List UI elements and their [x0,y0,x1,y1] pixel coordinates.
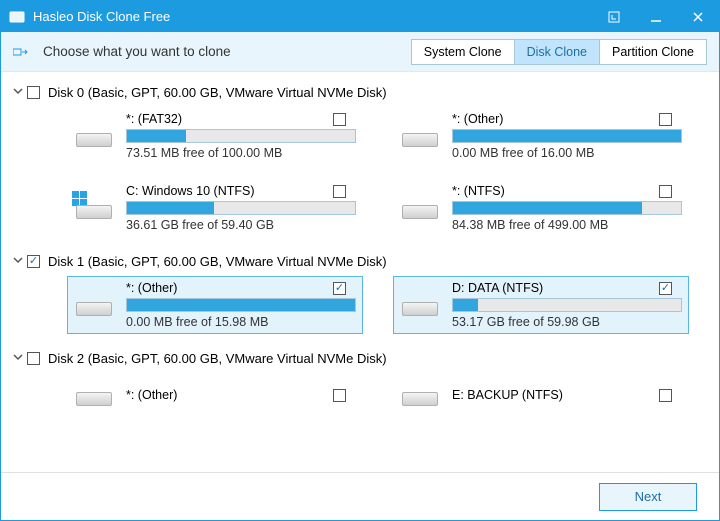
partition-name: *: (Other) [126,281,177,295]
app-logo-icon [9,9,25,25]
partition-card[interactable]: D: DATA (NTFS) 53.17 GB free of 59.98 GB [393,276,689,334]
partition-card[interactable]: *: (Other) 0.00 MB free of 16.00 MB [393,107,689,165]
usage-bar [452,129,682,143]
partition-checkbox[interactable] [659,389,672,402]
disk-checkbox[interactable] [27,86,40,99]
drive-icon [72,191,116,225]
usage-bar [126,201,356,215]
partition-name: *: (NTFS) [452,184,505,198]
disk-label: Disk 2 (Basic, GPT, 60.00 GB, VMware Vir… [48,351,387,366]
disk-label: Disk 0 (Basic, GPT, 60.00 GB, VMware Vir… [48,85,387,100]
partition-checkbox[interactable] [333,185,346,198]
partition-card[interactable]: *: (Other) [67,373,363,417]
partition-free-text: 36.61 GB free of 59.40 GB [126,218,356,232]
partition-grid: *: (Other) 0.00 MB free of 15.98 MB D: DAT… [5,272,715,348]
drive-icon [398,191,442,225]
partition-checkbox[interactable] [333,282,346,295]
disk-label: Disk 1 (Basic, GPT, 60.00 GB, VMware Vir… [48,254,387,269]
tab-system-clone[interactable]: System Clone [411,39,515,65]
disk-list[interactable]: Disk 0 (Basic, GPT, 60.00 GB, VMware Vir… [1,72,719,472]
chevron-down-icon[interactable] [9,86,27,99]
partition-card[interactable]: E: BACKUP (NTFS) [393,373,689,417]
partition-name: D: DATA (NTFS) [452,281,543,295]
partition-name: *: (FAT32) [126,112,182,126]
partition-grid: *: (Other) E: BACKUP (NTFS) [5,369,715,431]
partition-name: C: Windows 10 (NTFS) [126,184,255,198]
instruction-bar: Choose what you want to clone System Clo… [1,32,719,72]
tab-partition-clone[interactable]: Partition Clone [600,39,707,65]
chevron-down-icon[interactable] [9,255,27,268]
clone-mode-tabs: System Clone Disk Clone Partition Clone [411,39,707,65]
disk-row[interactable]: Disk 1 (Basic, GPT, 60.00 GB, VMware Vir… [5,251,715,272]
partition-card[interactable]: *: (Other) 0.00 MB free of 15.98 MB [67,276,363,334]
partition-card[interactable]: C: Windows 10 (NTFS) 36.61 GB free of 59.… [67,179,363,237]
partition-checkbox[interactable] [333,389,346,402]
partition-free-text: 53.17 GB free of 59.98 GB [452,315,682,329]
close-button[interactable] [677,1,719,32]
partition-checkbox[interactable] [333,113,346,126]
partition-card[interactable]: *: (FAT32) 73.51 MB free of 100.00 MB [67,107,363,165]
partition-grid: *: (FAT32)73.51 MB free of 100.00 MB*: (… [5,103,715,251]
drive-icon [398,119,442,153]
app-title: Hasleo Disk Clone Free [33,9,170,24]
drive-icon [72,378,116,412]
drive-icon [72,288,116,322]
partition-checkbox[interactable] [659,282,672,295]
partition-free-text: 0.00 MB free of 16.00 MB [452,146,682,160]
popout-button[interactable] [593,1,635,32]
clone-step-icon [13,44,29,60]
usage-bar [452,298,682,312]
partition-card[interactable]: *: (NTFS) 84.38 MB free of 499.00 MB [393,179,689,237]
drive-icon [72,119,116,153]
drive-icon [398,378,442,412]
usage-bar [452,201,682,215]
partition-checkbox[interactable] [659,185,672,198]
disk-row[interactable]: Disk 0 (Basic, GPT, 60.00 GB, VMware Vir… [5,82,715,103]
chevron-down-icon[interactable] [9,352,27,365]
partition-name: *: (Other) [452,112,503,126]
next-button[interactable]: Next [599,483,697,511]
disk-row[interactable]: Disk 2 (Basic, GPT, 60.00 GB, VMware Vir… [5,348,715,369]
title-bar: Hasleo Disk Clone Free [1,1,719,32]
disk-checkbox[interactable] [27,255,40,268]
partition-free-text: 84.38 MB free of 499.00 MB [452,218,682,232]
partition-name: *: (Other) [126,388,177,402]
partition-checkbox[interactable] [659,113,672,126]
usage-bar [126,298,356,312]
partition-free-text: 0.00 MB free of 15.98 MB [126,315,356,329]
drive-icon [398,288,442,322]
usage-bar [126,129,356,143]
partition-name: E: BACKUP (NTFS) [452,388,563,402]
disk-checkbox[interactable] [27,352,40,365]
minimize-button[interactable] [635,1,677,32]
instruction-text: Choose what you want to clone [43,44,411,59]
partition-free-text: 73.51 MB free of 100.00 MB [126,146,356,160]
tab-disk-clone[interactable]: Disk Clone [515,39,600,65]
footer-bar: Next [1,472,719,520]
